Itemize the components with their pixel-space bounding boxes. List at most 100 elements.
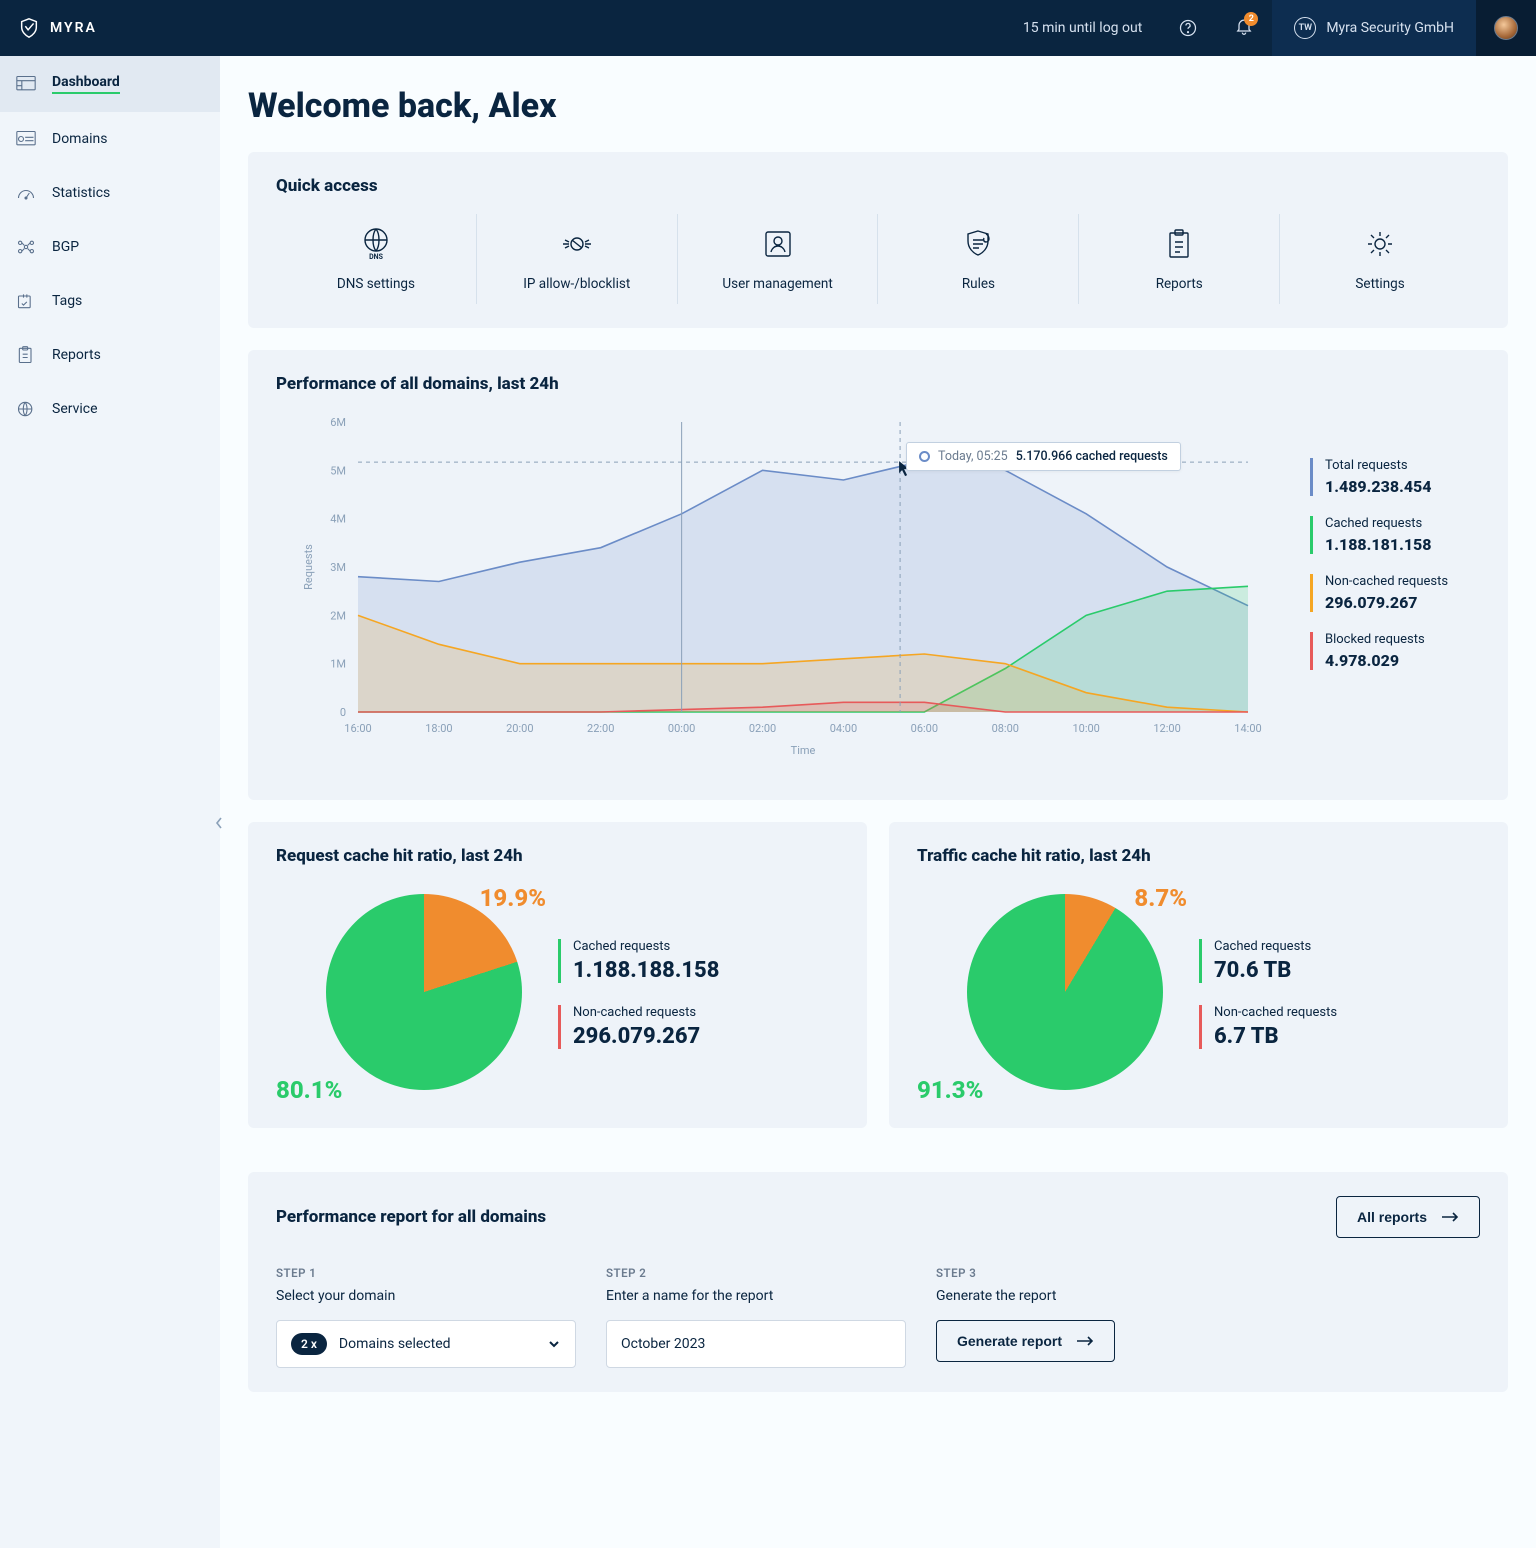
report-step-1: STEP 1 Select your domain 2 x Domains se… [276, 1266, 576, 1368]
report-name-input[interactable]: October 2023 [606, 1320, 906, 1368]
legend-label: Non-cached requests [1325, 574, 1480, 589]
org-name: Myra Security GmbH [1326, 20, 1454, 36]
legend-blocked: Blocked requests 4.978.029 [1310, 632, 1480, 670]
performance-chart[interactable]: 01M2M3M4M5M6MRequests16:0018:0020:0022:0… [276, 412, 1280, 776]
qa-label: Reports [1079, 276, 1279, 292]
chevron-down-icon [547, 1337, 561, 1351]
sidebar-item-label: Service [52, 401, 98, 417]
sidebar-item-label: Tags [52, 293, 82, 309]
legend-value: 4.978.029 [1325, 651, 1480, 670]
sidebar-item-dashboard[interactable]: Dashboard [0, 56, 220, 112]
svg-text:04:00: 04:00 [830, 722, 857, 735]
help-icon [1178, 18, 1198, 38]
sidebar: Dashboard Domains Statistics BGP Tags Re… [0, 56, 220, 1548]
report-title: Performance report for all domains [276, 1207, 546, 1227]
legend-value: 296.079.267 [573, 1024, 719, 1049]
report-step-2: STEP 2 Enter a name for the report Octob… [606, 1266, 906, 1368]
legend-value: 70.6 TB [1214, 958, 1337, 983]
performance-panel: Performance of all domains, last 24h 01M… [248, 350, 1508, 800]
quick-access-title: Quick access [276, 176, 1480, 196]
step-desc: Generate the report [936, 1288, 1156, 1304]
legend-label: Cached requests [1214, 939, 1337, 954]
generate-report-button[interactable]: Generate report [936, 1320, 1115, 1362]
report-name-value: October 2023 [621, 1336, 705, 1352]
qa-settings[interactable]: Settings [1280, 214, 1480, 304]
qa-dns-settings[interactable]: DNS DNS settings [276, 214, 477, 304]
traffic-cache-title: Traffic cache hit ratio, last 24h [917, 846, 1480, 866]
shield-fire-icon [958, 226, 998, 262]
legend-value: 1.188.188.158 [573, 958, 719, 983]
sidebar-item-service[interactable]: Service [0, 382, 220, 436]
tooltip-marker-icon [919, 451, 930, 462]
generate-report-label: Generate report [957, 1333, 1062, 1349]
sidebar-item-label: Reports [52, 347, 101, 363]
report-step-3: STEP 3 Generate the report Generate repo… [936, 1266, 1156, 1368]
brand[interactable]: MYRA [18, 17, 97, 39]
sidebar-item-label: Statistics [52, 185, 110, 201]
qa-label: User management [678, 276, 878, 292]
legend-value: 1.188.181.158 [1325, 535, 1480, 554]
arrow-right-icon [1076, 1336, 1094, 1346]
svg-text:14:00: 14:00 [1234, 722, 1261, 735]
dashboard-icon [16, 75, 36, 93]
legend-cached: Cached requests 1.188.188.158 [558, 939, 719, 983]
qa-user-management[interactable]: User management [678, 214, 879, 304]
avatar [1494, 16, 1518, 40]
tooltip-value: 5.170.966 cached requests [1016, 449, 1168, 464]
sidebar-item-reports[interactable]: Reports [0, 328, 220, 382]
sidebar-item-tags[interactable]: Tags [0, 274, 220, 328]
svg-text:5M: 5M [330, 464, 346, 477]
performance-title: Performance of all domains, last 24h [276, 374, 1480, 394]
sidebar-collapse[interactable] [214, 816, 224, 834]
svg-text:20:00: 20:00 [506, 722, 533, 735]
legend-noncached: Non-cached requests 296.079.267 [1310, 574, 1480, 612]
qa-label: Settings [1280, 276, 1480, 292]
svg-text:12:00: 12:00 [1153, 722, 1180, 735]
step-label: STEP 1 [276, 1266, 576, 1280]
tooltip-time: Today, 05:25 [938, 449, 1008, 464]
legend-value: 296.079.267 [1325, 593, 1480, 612]
legend-total: Total requests 1.489.238.454 [1310, 458, 1480, 496]
notifications-button[interactable]: 2 [1216, 0, 1272, 56]
legend-value: 6.7 TB [1214, 1024, 1337, 1049]
ip-filter-icon [557, 226, 597, 262]
brand-label: MYRA [50, 20, 97, 36]
legend-label: Non-cached requests [1214, 1005, 1337, 1020]
clipboard-icon [16, 346, 36, 364]
sidebar-item-domains[interactable]: Domains [0, 112, 220, 166]
chevron-left-icon [214, 816, 224, 830]
svg-text:2M: 2M [330, 609, 346, 622]
user-menu[interactable] [1476, 0, 1536, 56]
org-switcher[interactable]: TW Myra Security GmbH [1272, 0, 1476, 56]
quick-access-panel: Quick access DNS DNS settings IP allow-/… [248, 152, 1508, 328]
legend-label: Cached requests [573, 939, 719, 954]
tags-icon [16, 292, 36, 310]
svg-text:1M: 1M [330, 658, 346, 671]
qa-label: DNS settings [276, 276, 476, 292]
users-icon [758, 226, 798, 262]
traffic-cache-pie: 91.3% 8.7% [917, 884, 1177, 1104]
network-icon [16, 238, 36, 256]
qa-rules[interactable]: Rules [878, 214, 1079, 304]
help-button[interactable] [1160, 0, 1216, 56]
domain-select[interactable]: 2 x Domains selected [276, 1320, 576, 1368]
legend-label: Cached requests [1325, 516, 1480, 531]
sidebar-item-bgp[interactable]: BGP [0, 220, 220, 274]
sidebar-item-statistics[interactable]: Statistics [0, 166, 220, 220]
all-reports-label: All reports [1357, 1209, 1427, 1225]
pie-cached-pct: 80.1% [276, 1076, 342, 1104]
gauge-icon [16, 184, 36, 202]
legend-cached: Cached requests 1.188.181.158 [1310, 516, 1480, 554]
pie-noncached-pct: 8.7% [1134, 884, 1187, 912]
pie-cached-pct: 91.3% [917, 1076, 983, 1104]
svg-text:02:00: 02:00 [749, 722, 776, 735]
svg-text:Requests: Requests [302, 544, 315, 590]
sidebar-item-label: BGP [52, 239, 79, 255]
legend-label: Total requests [1325, 458, 1480, 473]
request-cache-title: Request cache hit ratio, last 24h [276, 846, 839, 866]
qa-reports[interactable]: Reports [1079, 214, 1280, 304]
step-label: STEP 2 [606, 1266, 906, 1280]
qa-ip-allow-blocklist[interactable]: IP allow-/blocklist [477, 214, 678, 304]
svg-text:06:00: 06:00 [911, 722, 938, 735]
all-reports-button[interactable]: All reports [1336, 1196, 1480, 1238]
